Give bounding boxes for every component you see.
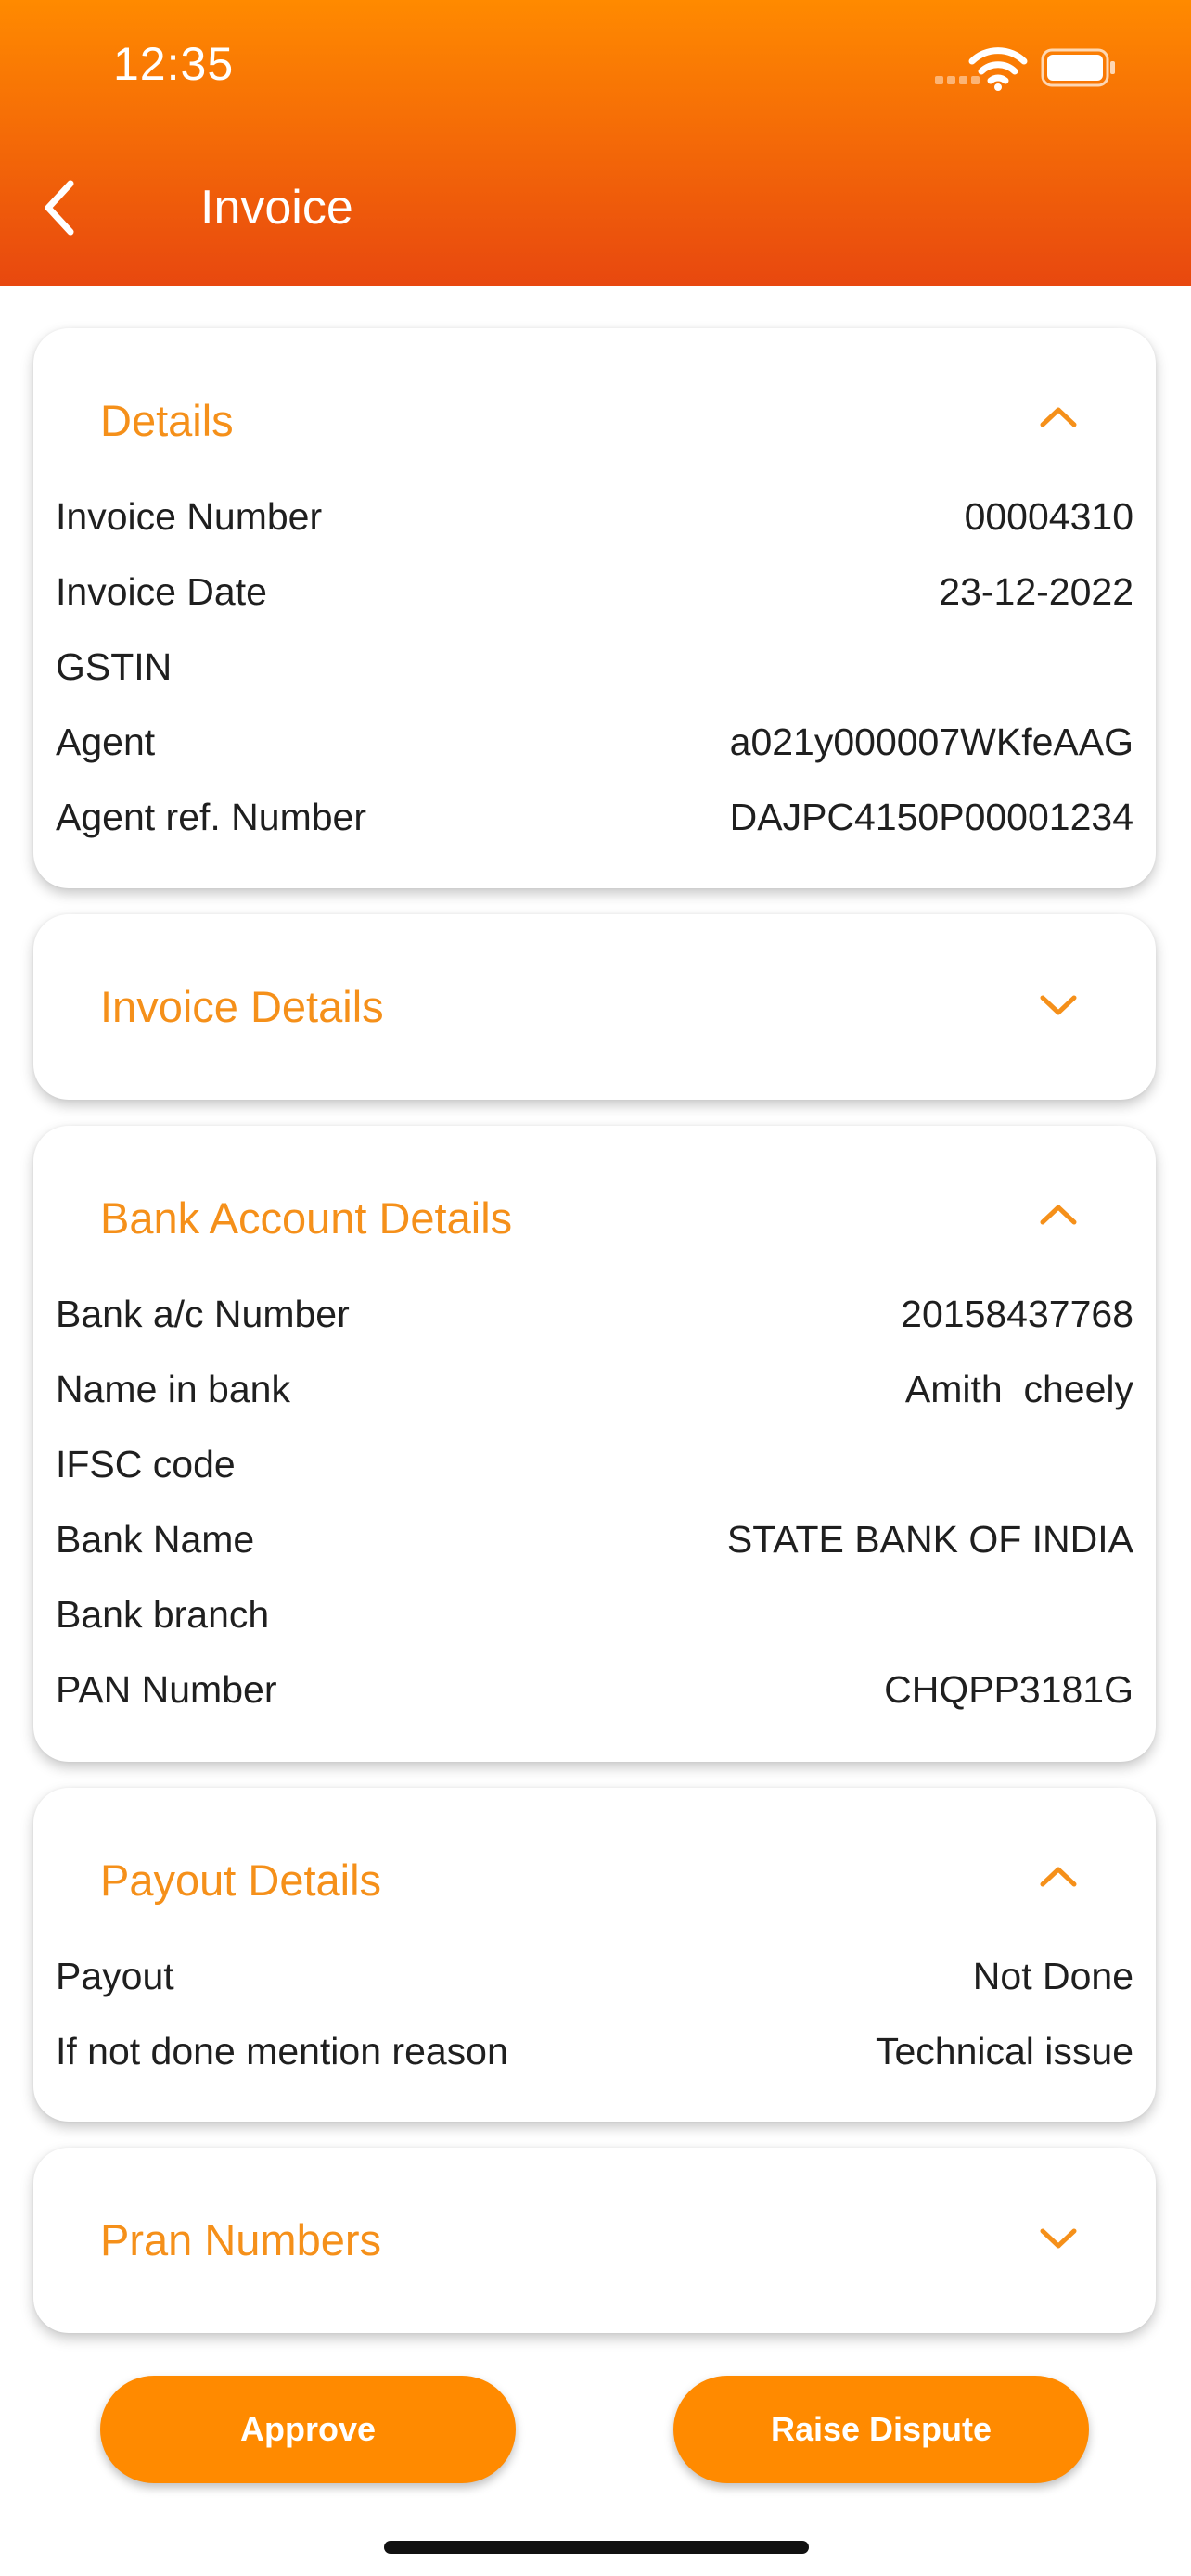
details-section-title[interactable]: Details — [100, 395, 234, 446]
row-value: Not Done — [972, 1955, 1133, 1997]
bank-account-details-section-title[interactable]: Bank Account Details — [100, 1192, 512, 1243]
row-label: Bank a/c Number — [56, 1293, 350, 1335]
chevron-down-icon[interactable] — [1037, 2225, 1080, 2253]
approve-button[interactable]: Approve — [100, 2376, 516, 2483]
row-label: Bank Name — [56, 1518, 255, 1561]
row-label: Bank branch — [56, 1593, 270, 1636]
chevron-up-icon[interactable] — [1037, 1200, 1080, 1228]
row-label: Name in bank — [56, 1368, 290, 1410]
row-value: 00004310 — [964, 495, 1133, 538]
bank-account-details-card: Bank Account Details Bank a/c Number 201… — [33, 1126, 1156, 1762]
raise-dispute-button[interactable]: Raise Dispute — [673, 2376, 1089, 2483]
pran-numbers-card[interactable]: Pran Numbers — [33, 2148, 1156, 2333]
details-card: Details Invoice Number 00004310 Invoice … — [33, 328, 1156, 888]
row-value: Technical issue — [875, 2030, 1133, 2072]
status-icons — [820, 0, 1191, 139]
row-label: IFSC code — [56, 1443, 236, 1486]
row-value: Amith cheely — [904, 1368, 1133, 1410]
row-label: Invoice Date — [56, 570, 267, 613]
row-value: 20158437768 — [901, 1293, 1133, 1335]
row-value: DAJPC4150P00001234 — [729, 796, 1133, 838]
row-value: CHQPP3181G — [884, 1668, 1133, 1711]
row-label: PAN Number — [56, 1668, 277, 1711]
app-header: 12:35 Invoice — [0, 0, 1191, 286]
status-time: 12:35 — [113, 38, 235, 90]
invoice-details-card[interactable]: Invoice Details — [33, 914, 1156, 1100]
row-value: STATE BANK OF INDIA — [726, 1518, 1133, 1561]
back-chevron-icon[interactable] — [33, 171, 85, 245]
battery-icon — [1041, 48, 1115, 87]
row-label: GSTIN — [56, 645, 173, 688]
page-title: Invoice — [200, 181, 353, 235]
row-value: 23-12-2022 — [939, 570, 1133, 613]
wifi-icon — [968, 47, 1028, 91]
chevron-down-icon[interactable] — [1037, 992, 1080, 1020]
row-value: a021y000007WKfeAAG — [729, 721, 1133, 763]
home-indicator — [384, 2541, 809, 2554]
chevron-up-icon[interactable] — [1037, 1862, 1080, 1890]
row-label: Agent — [56, 721, 156, 763]
invoice-details-section-title[interactable]: Invoice Details — [100, 981, 384, 1032]
payout-details-section-title[interactable]: Payout Details — [100, 1855, 381, 1906]
chevron-up-icon[interactable] — [1037, 402, 1080, 430]
row-label: If not done mention reason — [56, 2030, 508, 2072]
row-label: Invoice Number — [56, 495, 323, 538]
pran-numbers-section-title[interactable]: Pran Numbers — [100, 2214, 381, 2265]
row-label: Payout — [56, 1955, 174, 1997]
row-label: Agent ref. Number — [56, 796, 366, 838]
payout-details-card: Payout Details Payout Not Done If not do… — [33, 1788, 1156, 2122]
